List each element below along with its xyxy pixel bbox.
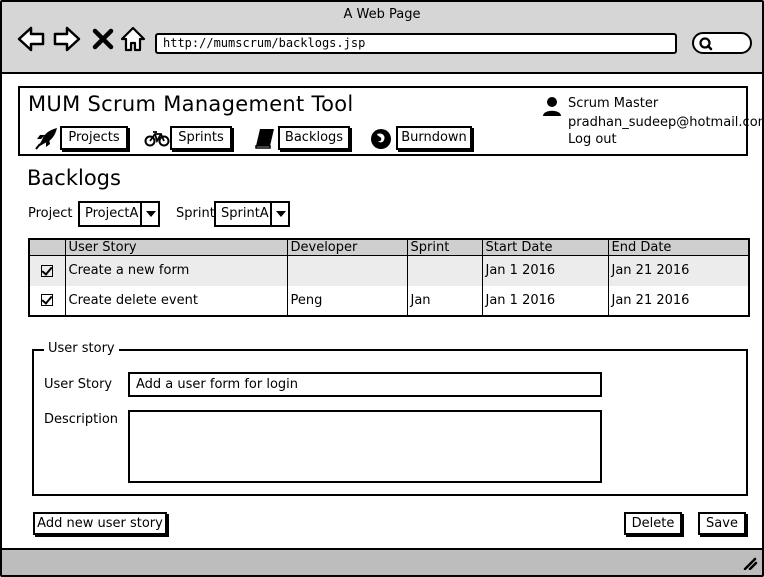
chevron-down-icon[interactable] [270,203,288,225]
close-icon[interactable] [90,24,116,54]
rocket-icon [35,128,57,150]
sprint-label: Sprint [176,206,215,221]
browser-window: A Web Page http://mumscrum/backlogs.jsp … [0,0,764,577]
user-story-fieldset: User story User Story Add a user form fo… [32,341,748,496]
nav-backlogs[interactable]: Backlogs [252,126,364,150]
projects-button[interactable]: Projects [60,126,128,150]
app-title: MUM Scrum Management Tool [28,92,354,116]
cell-start-date: Jan 1 2016 [481,255,608,286]
user-role: Scrum Master [568,96,659,111]
nav-projects[interactable]: Projects [34,126,144,150]
cell-sprint [406,255,482,286]
fieldset-legend: User story [44,341,119,356]
user-story-input[interactable]: Add a user form for login [128,372,602,397]
cell-user-story: Create delete event [64,285,287,316]
book-icon [255,129,274,149]
home-icon[interactable] [118,24,148,54]
resize-grip-icon[interactable] [742,556,758,570]
cell-end-date: Jan 21 2016 [607,285,749,316]
burndown-button[interactable]: Burndown [396,126,472,150]
user-email: pradhan_sudeep@hotmail.com [568,115,764,130]
app-header: MUM Scrum Management Tool Projects Sprin… [18,86,764,156]
row-checkbox[interactable] [29,286,65,316]
sprint-select-value: SprintA [221,206,269,221]
forward-arrow-icon[interactable] [52,24,82,54]
column-header-select [29,239,65,256]
description-label: Description [44,412,119,427]
column-header-sprint[interactable]: Sprint [406,239,482,256]
add-user-story-button[interactable]: Add new user story [33,512,167,535]
save-button[interactable]: Save [698,512,746,535]
user-icon [543,97,561,116]
cell-developer [286,255,407,286]
row-checkbox[interactable] [29,255,65,286]
column-header-end-date[interactable]: End Date [607,239,749,256]
page-title: Backlogs [27,166,121,190]
back-arrow-icon[interactable] [16,24,46,54]
project-label: Project [28,206,73,221]
window-title: A Web Page [343,7,421,22]
firefox-icon [371,129,391,149]
cell-sprint: Jan [406,285,482,316]
cell-start-date: Jan 1 2016 [481,285,608,316]
backlogs-button[interactable]: Backlogs [278,126,350,150]
logout-link[interactable]: Log out [568,132,617,147]
nav-burndown[interactable]: Burndown [368,126,488,150]
cell-user-story: Create a new form [64,255,287,286]
column-header-developer[interactable]: Developer [286,239,407,256]
project-select-value: ProjectA [85,206,139,221]
search-icon [699,37,713,51]
sprints-button[interactable]: Sprints [170,126,232,150]
table-row[interactable]: Create a new form Jan 1 2016 Jan 21 2016 [29,255,749,286]
page-content: MUM Scrum Management Tool Projects Sprin… [2,74,764,548]
browser-status-bar [2,548,762,575]
address-bar[interactable]: http://mumscrum/backlogs.jsp [155,33,677,54]
table-header-row: User Story Developer Sprint Start Date E… [29,239,749,256]
cell-developer: Peng [286,285,407,316]
column-header-user-story[interactable]: User Story [64,239,287,256]
browser-toolbar: A Web Page http://mumscrum/backlogs.jsp [2,2,762,74]
bicycle-icon [144,131,170,147]
checkbox-checked-icon[interactable] [41,264,54,277]
backlog-table: User Story Developer Sprint Start Date E… [28,238,750,317]
sprint-select[interactable]: SprintA [214,201,290,227]
browser-search-box[interactable] [692,32,752,54]
chevron-down-icon[interactable] [140,203,158,225]
project-select[interactable]: ProjectA [78,201,160,227]
column-header-start-date[interactable]: Start Date [481,239,608,256]
description-textarea[interactable] [128,410,602,483]
checkbox-checked-icon[interactable] [41,294,54,306]
nav-sprints[interactable]: Sprints [144,126,244,150]
cell-end-date: Jan 21 2016 [607,255,749,286]
delete-button[interactable]: Delete [624,512,682,535]
user-story-label: User Story [44,377,113,392]
table-row[interactable]: Create delete event Peng Jan Jan 1 2016 … [29,285,749,316]
